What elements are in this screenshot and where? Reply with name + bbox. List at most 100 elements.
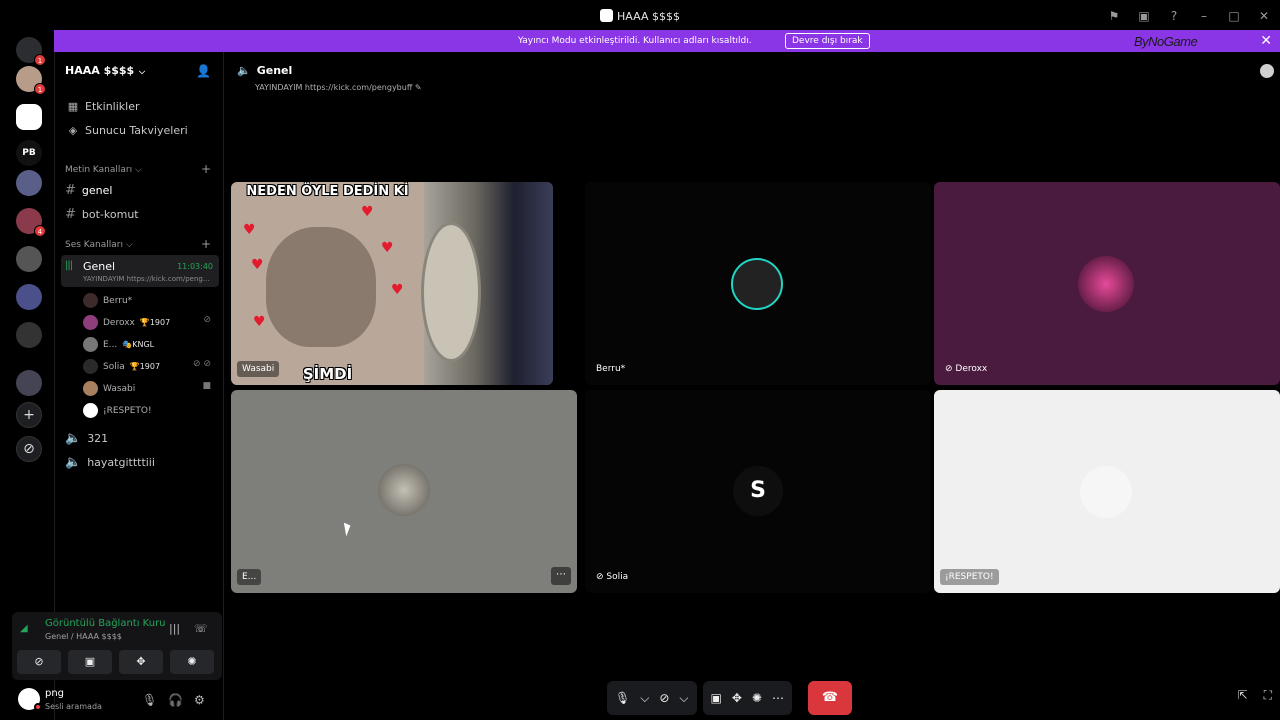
hash-icon: # (65, 183, 76, 198)
tile-label: E... (237, 569, 262, 585)
title-bar: HAAA $$$$ ⚑ ▣ ? – □ ✕ (0, 0, 1280, 32)
voice-user[interactable]: Berru* (83, 293, 132, 308)
window-title: HAAA $$$$ (0, 9, 1280, 23)
screen-share-button[interactable]: ▣ (68, 650, 112, 674)
close-banner-icon[interactable]: ✕ (1260, 33, 1272, 49)
avatar (378, 464, 430, 516)
connection-location[interactable]: Genel / HAAA $$$$ (45, 632, 122, 641)
text-channels-category[interactable]: Metin Kanalları ⌵ (65, 165, 142, 175)
server-name-header[interactable]: HAAA $$$$ ⌵ (65, 64, 145, 77)
invite-people-icon[interactable]: 👤 (196, 64, 211, 78)
brand-watermark: ByNoGame (1134, 34, 1198, 49)
microphone-icon[interactable]: 🎙 (142, 693, 157, 707)
server-icon[interactable] (16, 322, 42, 348)
video-tile-solia[interactable]: S ⊘ Solia (585, 390, 931, 593)
window-controls: ⚑ ▣ ? – □ ✕ (1106, 8, 1272, 24)
channel-bot-komut[interactable]: # bot-komut (65, 207, 139, 222)
mic-control-group: 🎙 ⌵ ⊘ ⌵ (607, 681, 697, 715)
username[interactable]: png (45, 688, 64, 699)
server-icon[interactable] (16, 170, 42, 196)
channel-genel[interactable]: # genel (65, 183, 112, 198)
more-icon[interactable]: ⋯ (772, 691, 784, 705)
maximize-icon[interactable]: □ (1226, 8, 1242, 24)
channel-header: 🔈 Genel (237, 64, 293, 77)
user-status: Sesli aramada (45, 702, 102, 711)
server-icon-active[interactable] (16, 104, 42, 130)
avatar (83, 381, 98, 396)
video-tile-e[interactable]: E... ⋯ (231, 390, 577, 593)
gear-icon[interactable]: ⚙ (194, 693, 205, 707)
chevron-down-icon[interactable]: ⌵ (679, 691, 688, 706)
microphone-icon[interactable]: 🎙 (615, 691, 630, 705)
disconnect-button[interactable]: ☎ (807, 681, 852, 715)
chat-bubble-icon[interactable] (1260, 64, 1274, 78)
nav-server-boosts[interactable]: ◈ Sunucu Takviyeleri (67, 124, 188, 137)
headphones-icon[interactable]: 🎧 (168, 693, 183, 707)
server-icon[interactable] (16, 284, 42, 310)
signal-icon: ◢ (20, 623, 28, 634)
server-icon[interactable]: 1 (16, 66, 46, 95)
hash-icon: # (65, 207, 76, 222)
share-control-group: ▣ ✥ ✺ ⋯ (702, 681, 792, 715)
close-window-icon[interactable]: ✕ (1256, 8, 1272, 24)
voice-user[interactable]: ¡RESPETO! (83, 403, 152, 418)
speaker-icon: 🔈 (237, 64, 251, 77)
nav-events[interactable]: ▦ Etkinlikler (67, 100, 140, 113)
video-tile-respeto[interactable]: ¡RESPETO! (934, 390, 1280, 593)
voice-user[interactable]: Solia 🏆1907 (83, 359, 160, 374)
connection-status[interactable]: Görüntülü Bağlantı Kuru (45, 618, 166, 629)
voice-channels-category[interactable]: Ses Kanalları ⌵ (65, 240, 133, 250)
cat-shape (266, 227, 376, 347)
inbox-flag-icon[interactable]: ⚑ (1106, 8, 1122, 24)
help-icon[interactable]: ? (1166, 8, 1182, 24)
disconnect-icon[interactable]: ☏ (194, 622, 208, 635)
screen-share-icon[interactable]: ▣ (711, 691, 722, 705)
video-tile-wasabi[interactable]: ♥ ♥ ♥ ♥ ♥ ♥ NEDEN ÖYLE DEDİN Kİ ŞİMDİ Wa… (231, 182, 553, 385)
avatar (83, 315, 98, 330)
coin-shape (421, 222, 481, 362)
fullscreen-icon[interactable]: ⛶ (1264, 688, 1272, 703)
disable-streamer-mode-button[interactable]: Devre dışı bırak (785, 33, 870, 49)
server-icon[interactable] (16, 246, 42, 272)
tile-label: ¡RESPETO! (940, 569, 999, 585)
soundboard-button[interactable]: ✺ (170, 650, 214, 674)
voice-channel-genel-active[interactable]: ||| Genel 11:03:40 YAYINDAYIM https://ki… (61, 255, 219, 287)
server-folder-icon[interactable] (16, 370, 42, 396)
add-server-icon[interactable]: + (16, 402, 42, 428)
noise-suppression-icon[interactable]: ||| (169, 622, 180, 635)
screen-share-status-icon[interactable]: ▣ (1136, 8, 1152, 24)
discover-compass-icon[interactable]: ⊘ (16, 436, 42, 462)
camera-toggle-button[interactable]: ⊘ (17, 650, 61, 674)
chevron-down-icon[interactable]: ⌵ (640, 691, 649, 706)
camera-off-icon: ⊘ (203, 315, 211, 325)
connection-actions: ⊘ ▣ ✥ ✺ (17, 650, 214, 674)
meme-top-text: NEDEN ÖYLE DEDİN Kİ (246, 184, 409, 199)
add-text-channel-icon[interactable]: + (201, 162, 211, 176)
voice-user[interactable]: Wasabi (83, 381, 135, 396)
camera-off-icon[interactable]: ⊘ (659, 691, 669, 705)
speaker-icon: 🔈 (65, 455, 82, 470)
avatar (1078, 256, 1134, 312)
voice-user[interactable]: Deroxx 🏆1907 (83, 315, 170, 330)
soundboard-icon[interactable]: ✺ (752, 691, 762, 705)
status-dot (34, 703, 42, 711)
minimize-icon[interactable]: – (1196, 8, 1212, 24)
voice-channel-hayatgittttiii[interactable]: 🔈 hayatgittttiii (65, 455, 155, 470)
activities-icon[interactable]: ✥ (732, 691, 742, 705)
server-icon[interactable]: 4 (16, 208, 46, 237)
video-tile-berru[interactable]: Berru* (585, 182, 931, 385)
avatar (83, 337, 98, 352)
server-icon-pb[interactable]: PB (16, 140, 42, 166)
user-panel: png Sesli aramada 🎙 🎧 ⚙ (12, 684, 222, 716)
tile-label: ⊘ Solia (596, 572, 629, 582)
voice-channel-321[interactable]: 🔈 321 (65, 431, 108, 446)
voice-user[interactable]: E... 🎭KNGL (83, 337, 154, 352)
channel-status[interactable]: YAYINDAYIM https://kick.com/pengybuff ✎ (255, 83, 422, 92)
more-options-button[interactable]: ⋯ (551, 567, 571, 585)
video-tile-deroxx[interactable]: ⊘ Deroxx (934, 182, 1280, 385)
direct-messages-icon[interactable]: 1 (16, 37, 46, 66)
activities-button[interactable]: ✥ (119, 650, 163, 674)
pop-out-icon[interactable]: ⇱ (1238, 688, 1248, 703)
add-voice-channel-icon[interactable]: + (201, 237, 211, 251)
call-controls: 🎙 ⌵ ⊘ ⌵ ▣ ✥ ✺ ⋯ ☎ (607, 681, 852, 715)
